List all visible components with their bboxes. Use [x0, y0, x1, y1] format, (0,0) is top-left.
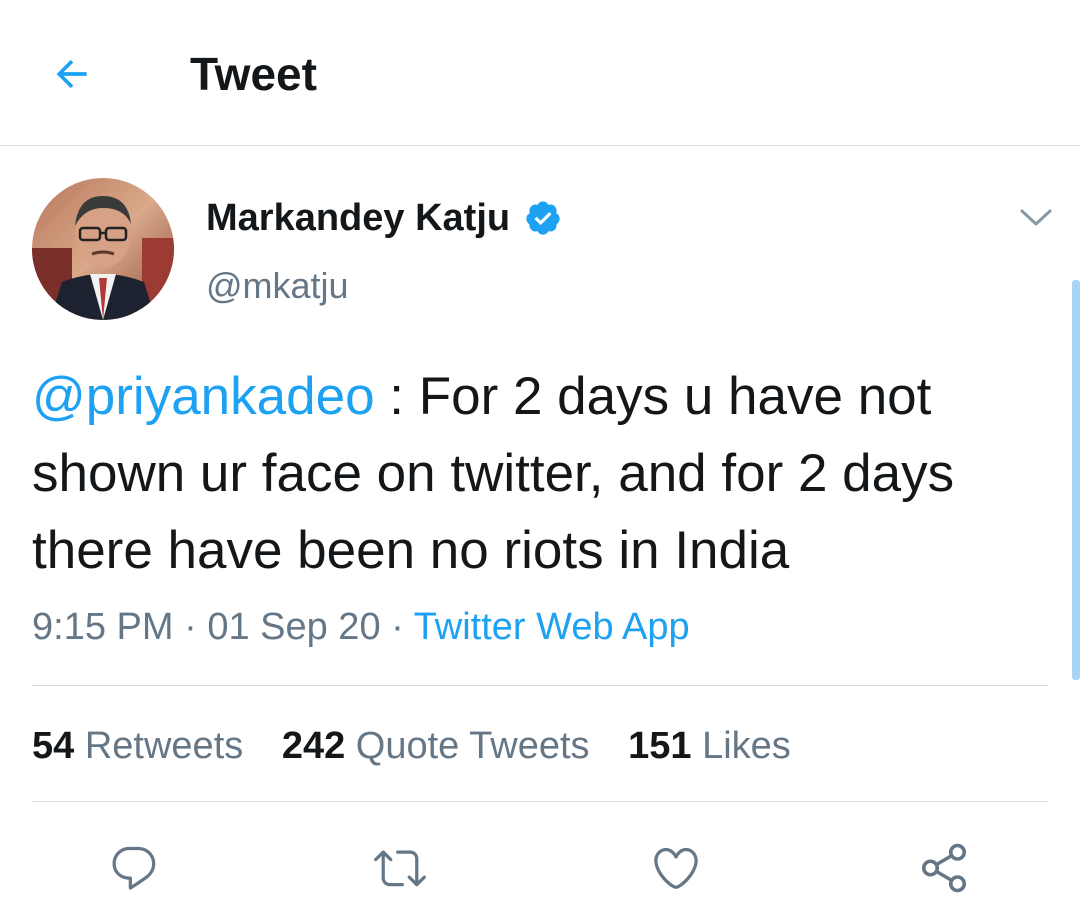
- tweet-stats: 54 Retweets 242 Quote Tweets 151 Likes: [32, 718, 819, 774]
- reply-button[interactable]: [104, 838, 164, 898]
- quote-tweets-stat[interactable]: 242 Quote Tweets: [282, 725, 590, 767]
- share-button[interactable]: [914, 838, 974, 898]
- chevron-down-icon: [1020, 209, 1052, 226]
- scrollbar[interactable]: [1072, 280, 1080, 680]
- retweets-count: 54: [32, 725, 75, 767]
- author-name[interactable]: Markandey Katju: [206, 192, 562, 244]
- mention-link[interactable]: @priyankadeo: [32, 367, 375, 426]
- page-title: Tweet: [190, 48, 317, 100]
- retweets-stat[interactable]: 54 Retweets: [32, 725, 243, 767]
- tweet-text: @priyankadeo : For 2 days u have not sho…: [32, 358, 1052, 589]
- more-options-button[interactable]: [1014, 200, 1058, 236]
- arrow-left-icon: [56, 59, 87, 89]
- avatar[interactable]: [32, 178, 174, 320]
- divider: [32, 685, 1048, 686]
- tweet-meta: 9:15 PM · 01 Sep 20 · Twitter Web App: [32, 600, 690, 654]
- retweets-label: Retweets: [84, 725, 244, 767]
- retweet-button[interactable]: [370, 838, 430, 898]
- tweet-date: 01 Sep 20: [207, 606, 381, 648]
- author-name-text: Markandey Katju: [206, 197, 511, 239]
- avatar-image: [32, 178, 174, 320]
- retweet-icon: [374, 850, 426, 887]
- quote-tweets-count: 242: [281, 725, 346, 767]
- verified-badge-icon: [524, 199, 562, 237]
- top-bar: Tweet: [0, 0, 1080, 146]
- reply-icon: [112, 846, 156, 890]
- likes-count: 151: [628, 725, 692, 767]
- divider: [32, 801, 1048, 802]
- quote-tweets-label: Quote Tweets: [355, 725, 590, 767]
- like-button[interactable]: [646, 838, 706, 898]
- heart-icon: [654, 847, 698, 889]
- back-button[interactable]: [40, 44, 104, 104]
- tweet-time: 9:15 PM: [32, 606, 174, 648]
- meta-separator: ·: [173, 606, 208, 648]
- share-icon: [921, 843, 967, 893]
- meta-separator: ·: [380, 606, 414, 648]
- author-handle[interactable]: @mkatju: [206, 261, 349, 311]
- likes-label: Likes: [702, 725, 791, 767]
- tweet-source-link[interactable]: Twitter Web App: [414, 606, 690, 648]
- likes-stat[interactable]: 151 Likes: [628, 725, 791, 767]
